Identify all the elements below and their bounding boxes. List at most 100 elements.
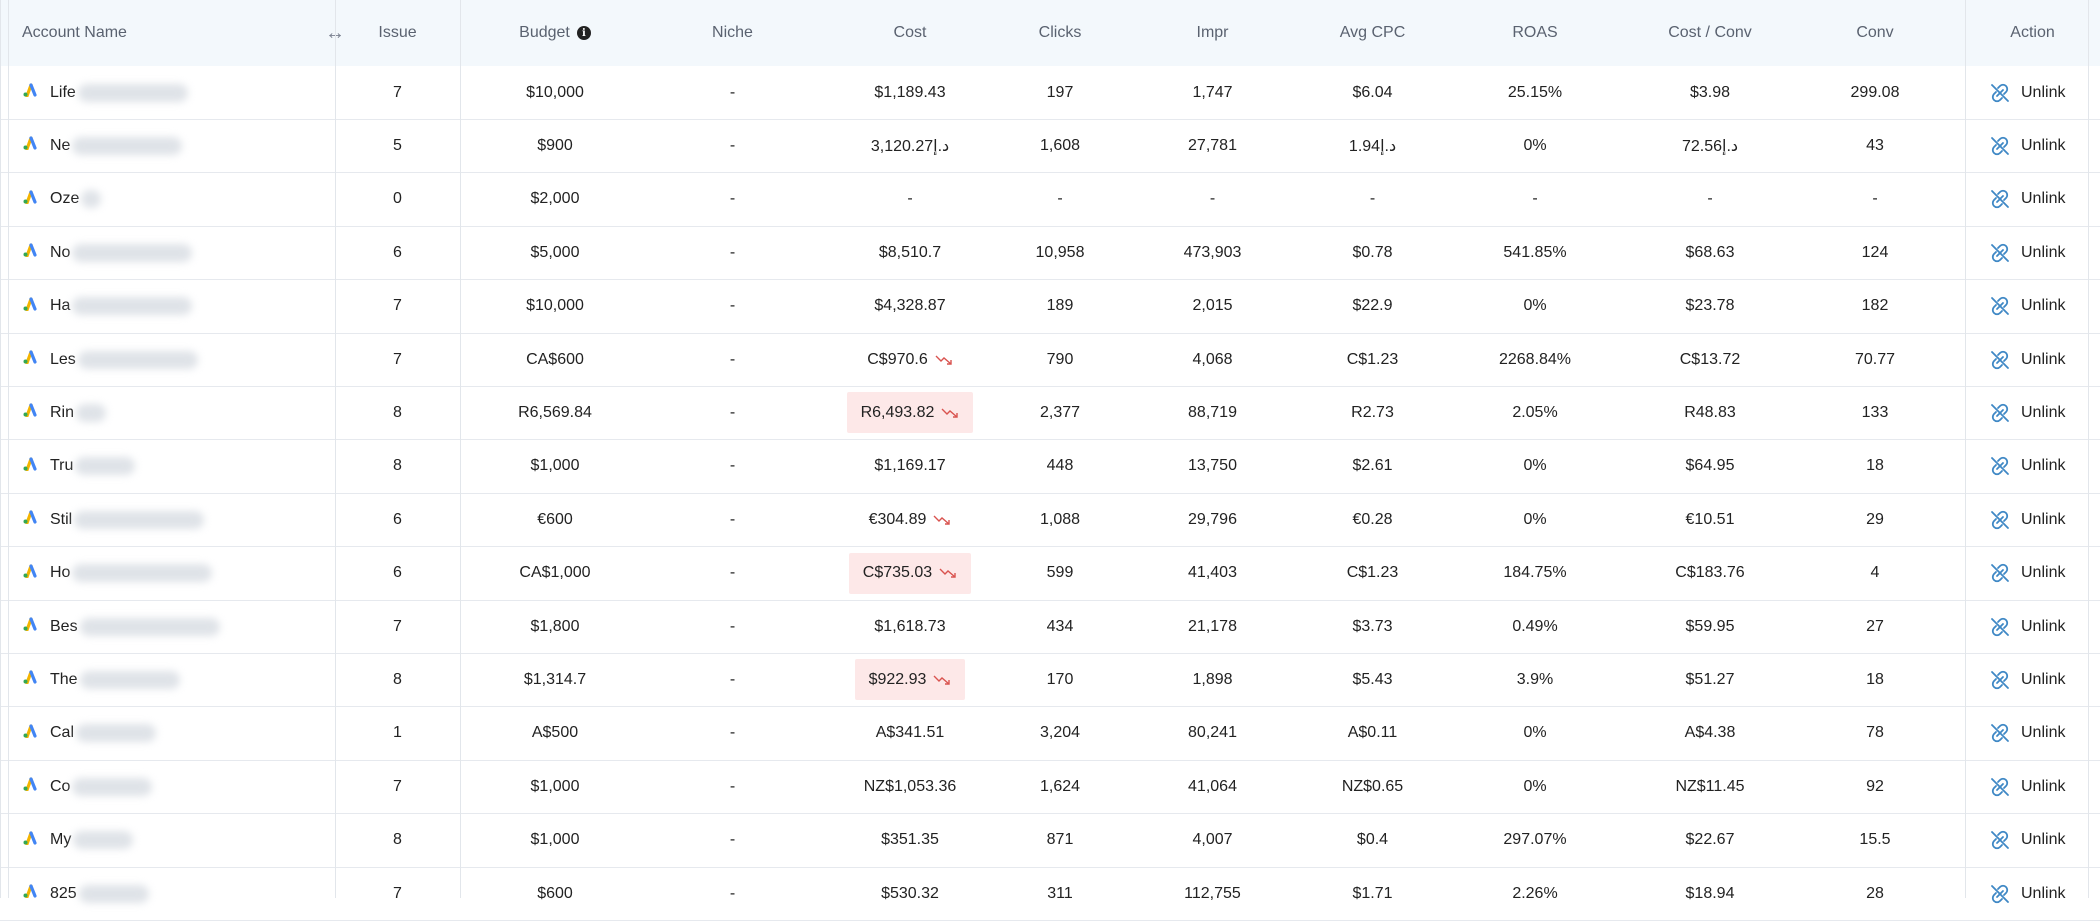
cost-value: $1,618.73 — [874, 617, 946, 635]
col-issue[interactable]: Issue — [335, 0, 460, 66]
col-conv[interactable]: Conv — [1785, 0, 1965, 66]
budget-value[interactable]: $1,314.7 — [460, 653, 650, 706]
unlink-button[interactable]: Unlink — [1965, 66, 2100, 119]
budget-value: A$500 — [531, 724, 579, 742]
table-row: Ho 6 CA$1,000 - C$735.03 599 41,403 C$1.23 184.7… — [0, 547, 2100, 601]
unlink-button[interactable]: Unlink — [1965, 173, 2100, 226]
cost-cell: $1,189.43 — [815, 66, 1005, 119]
impr-value: 80,241 — [1188, 724, 1237, 742]
clicks-value: - — [1057, 190, 1063, 208]
redacted-name — [77, 350, 198, 369]
account-name: Oze — [50, 190, 80, 208]
unlink-button[interactable]: Unlink — [1965, 440, 2100, 493]
google-ads-icon — [22, 83, 38, 102]
col-roas[interactable]: ROAS — [1435, 0, 1635, 66]
account-name-cell[interactable]: My — [0, 814, 335, 867]
col-cost[interactable]: Cost — [815, 0, 1005, 66]
account-name-cell[interactable]: 825 — [0, 867, 335, 920]
issue-count[interactable]: 8 — [335, 814, 460, 867]
issue-count[interactable]: 8 — [335, 440, 460, 493]
col-budget[interactable]: Budget i — [460, 0, 650, 66]
issue-count[interactable]: 7 — [335, 333, 460, 386]
account-name-cell[interactable]: The — [0, 653, 335, 706]
col-avg-cpc[interactable]: Avg CPC — [1310, 0, 1435, 66]
avg-cpc-value: C$1.23 — [1346, 564, 1399, 582]
account-name-cell[interactable]: Oze — [0, 173, 335, 226]
cost-conv-value: - — [1707, 190, 1713, 208]
unlink-icon — [1989, 455, 2021, 477]
account-name-cell[interactable]: Cal — [0, 707, 335, 760]
impr-value: 27,781 — [1188, 136, 1237, 154]
issue-count[interactable]: 6 — [335, 547, 460, 600]
cost-conv-value: R48.83 — [1684, 403, 1736, 421]
avg-cpc-value: $2.61 — [1352, 457, 1393, 475]
issue-count[interactable]: 1 — [335, 707, 460, 760]
issue-count[interactable]: 7 — [335, 280, 460, 333]
issue-count[interactable]: 6 — [335, 493, 460, 546]
table-right-border — [2088, 0, 2089, 898]
info-icon[interactable]: i — [576, 26, 591, 40]
account-name-cell[interactable]: Rin — [0, 386, 335, 439]
budget-value[interactable]: R6,569.84 — [460, 386, 650, 439]
issue-count[interactable]: 7 — [335, 66, 460, 119]
unlink-button[interactable]: Unlink — [1965, 333, 2100, 386]
cost-cell: R6,493.82 — [815, 386, 1005, 439]
niche-value: - — [729, 403, 736, 421]
avg-cpc-value: $5.43 — [1352, 670, 1393, 688]
cost-value: $8,510.7 — [878, 243, 942, 261]
trend-down-icon — [933, 674, 951, 686]
unlink-button[interactable]: Unlink — [1965, 867, 2100, 920]
unlink-button[interactable]: Unlink — [1965, 653, 2100, 706]
account-name-cell[interactable]: Co — [0, 760, 335, 813]
col-cost-conv[interactable]: Cost / Conv — [1635, 0, 1785, 66]
account-name-cell[interactable]: Ha — [0, 280, 335, 333]
impr-value: 1,747 — [1192, 83, 1233, 101]
issue-count[interactable]: 0 — [335, 173, 460, 226]
conv-value: 133 — [1861, 403, 1889, 421]
budget-value: $600 — [537, 884, 573, 902]
account-name-cell[interactable]: Les — [0, 333, 335, 386]
unlink-button[interactable]: Unlink — [1965, 600, 2100, 653]
cost-cell: NZ$1,053.36 — [815, 760, 1005, 813]
issue-count[interactable]: 6 — [335, 226, 460, 279]
col-impr[interactable]: Impr — [1115, 0, 1310, 66]
account-name-cell[interactable]: Stil — [0, 493, 335, 546]
unlink-button[interactable]: Unlink — [1965, 814, 2100, 867]
cost-value: €304.89 — [868, 510, 927, 528]
unlink-button[interactable]: Unlink — [1965, 226, 2100, 279]
account-name-cell[interactable]: Ne — [0, 119, 335, 172]
issue-count[interactable]: 7 — [335, 867, 460, 920]
unlink-button[interactable]: Unlink — [1965, 547, 2100, 600]
issue-count[interactable]: 5 — [335, 119, 460, 172]
avg-cpc-value: $3.73 — [1352, 617, 1393, 635]
impr-value: 21,178 — [1188, 617, 1237, 635]
account-name: My — [50, 831, 72, 849]
unlink-button[interactable]: Unlink — [1965, 493, 2100, 546]
col-clicks[interactable]: Clicks — [1005, 0, 1115, 66]
impr-value: 41,403 — [1188, 564, 1237, 582]
unlink-button[interactable]: Unlink — [1965, 386, 2100, 439]
account-name-cell[interactable]: Tru — [0, 440, 335, 493]
account-name-cell[interactable]: No — [0, 226, 335, 279]
impr-value: 4,068 — [1192, 350, 1233, 368]
account-name-cell[interactable]: Bes — [0, 600, 335, 653]
col-niche[interactable]: Niche — [650, 0, 815, 66]
issue-count[interactable]: 7 — [335, 760, 460, 813]
col-account-name[interactable]: Account Name — [0, 0, 335, 66]
unlink-button[interactable]: Unlink — [1965, 707, 2100, 760]
impr-value: 4,007 — [1192, 831, 1233, 849]
conv-value: 70.77 — [1854, 350, 1896, 368]
col-budget-label: Budget — [519, 24, 570, 41]
issue-count[interactable]: 7 — [335, 600, 460, 653]
cost-conv-value: C$183.76 — [1675, 564, 1745, 582]
unlink-button[interactable]: Unlink — [1965, 280, 2100, 333]
issue-count[interactable]: 8 — [335, 653, 460, 706]
issue-count[interactable]: 8 — [335, 386, 460, 439]
cost-cell: $351.35 — [815, 814, 1005, 867]
account-name-cell[interactable]: Ho — [0, 547, 335, 600]
cost-cell: A$341.51 — [815, 707, 1005, 760]
account-name-cell[interactable]: Life — [0, 66, 335, 119]
col-action[interactable]: Action — [1965, 0, 2100, 66]
unlink-button[interactable]: Unlink — [1965, 119, 2100, 172]
unlink-button[interactable]: Unlink — [1965, 760, 2100, 813]
